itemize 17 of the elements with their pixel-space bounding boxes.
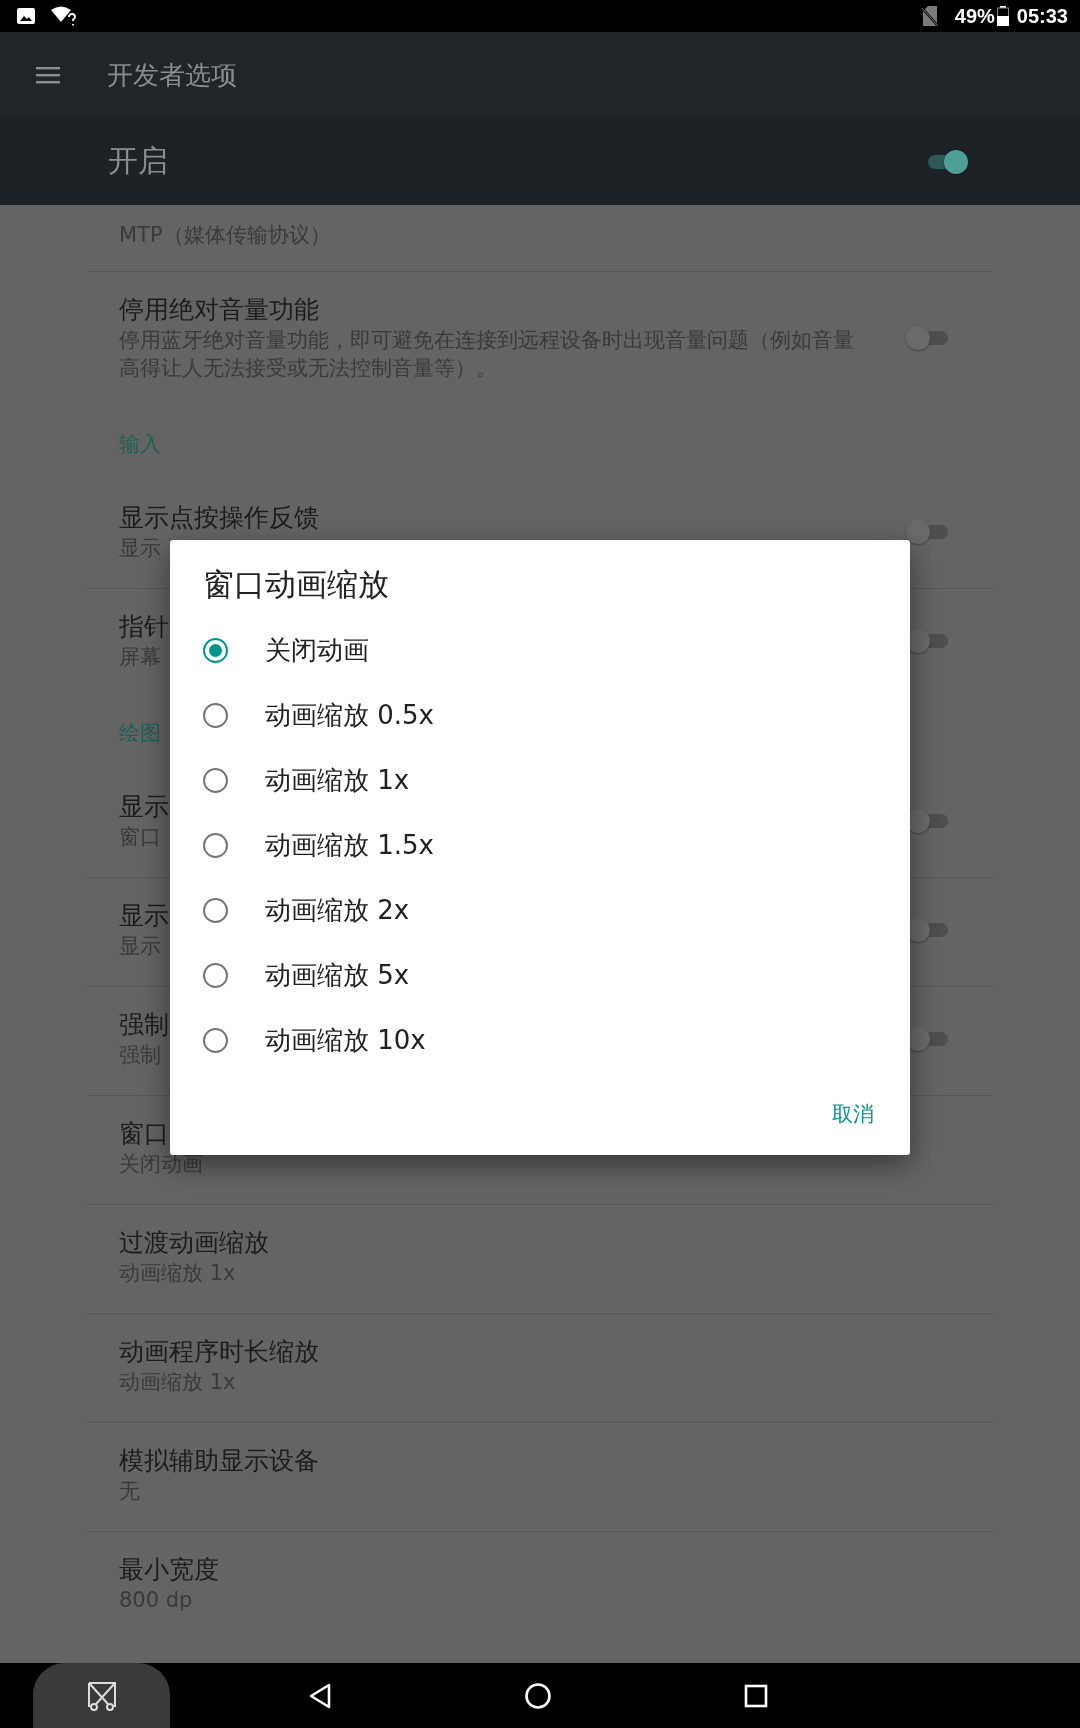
setting-title: 指针 bbox=[119, 611, 169, 643]
category-header: 绘图 bbox=[119, 720, 161, 747]
setting-title: 显示 bbox=[119, 900, 169, 932]
setting-title: 显示 bbox=[119, 791, 169, 823]
setting-title: 动画程序时长缩放 bbox=[119, 1336, 319, 1368]
setting-title: 窗口 bbox=[119, 1118, 169, 1150]
setting-title: 过渡动画缩放 bbox=[119, 1227, 269, 1259]
setting-title: 强制 bbox=[119, 1009, 169, 1041]
setting-title: 停用绝对音量功能 bbox=[119, 294, 319, 326]
clock-time: 05:33 bbox=[1016, 4, 1068, 28]
master-switch-label: 开启 bbox=[108, 142, 169, 180]
category-header: 输入 bbox=[119, 431, 161, 458]
setting-title: 模拟辅助显示设备 bbox=[119, 1445, 319, 1477]
screen-title: 开发者选项 bbox=[107, 58, 237, 92]
setting-title: 最小宽度 bbox=[119, 1554, 219, 1586]
setting-title: 显示点按操作反馈 bbox=[119, 502, 319, 534]
battery-percent: 49% bbox=[954, 4, 995, 28]
